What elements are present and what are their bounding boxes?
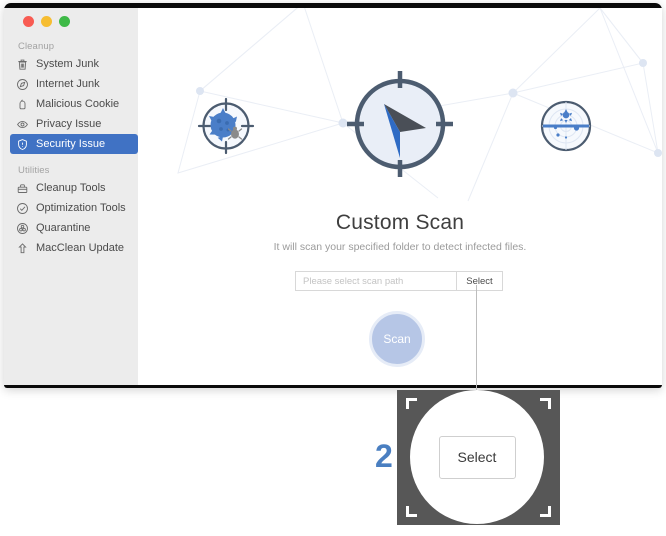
maximize-button[interactable] <box>59 16 70 27</box>
corner-marker-top-left <box>406 398 417 409</box>
close-button[interactable] <box>23 16 34 27</box>
shield-icon <box>16 138 29 151</box>
sidebar-item-quarantine[interactable]: Quarantine <box>10 218 138 238</box>
sidebar-group-cleanup: System Junk Internet Junk Malicious Cook… <box>4 54 138 154</box>
app-window: Cleanup System Junk Internet Junk Malici… <box>4 3 662 388</box>
minimize-button[interactable] <box>41 16 52 27</box>
page-title: Custom Scan <box>335 211 465 234</box>
sidebar-item-label: Security Issue <box>36 138 106 150</box>
sidebar-item-label: Cleanup Tools <box>36 182 106 194</box>
sidebar-item-label: MacClean Update <box>36 242 125 254</box>
check-icon <box>16 202 29 215</box>
sidebar-item-label: Internet Junk <box>36 78 100 90</box>
arrow-up-icon <box>16 242 29 255</box>
corner-marker-bottom-right <box>540 506 551 517</box>
sidebar-item-label: Quarantine <box>36 222 91 234</box>
sidebar-item-cleanup-tools[interactable]: Cleanup Tools <box>10 178 138 198</box>
main-content: Custom Scan It will scan your specified … <box>138 8 662 385</box>
sidebar-item-optimization-tools[interactable]: Optimization Tools <box>10 198 138 218</box>
sidebar-item-label: System Junk <box>36 58 99 70</box>
sidebar-item-privacy-issue[interactable]: Privacy Issue <box>10 114 138 134</box>
step-number-label: 2 <box>375 438 393 474</box>
select-button[interactable]: Select <box>456 272 502 290</box>
sidebar-item-system-junk[interactable]: System Junk <box>10 54 138 74</box>
cookie-icon <box>16 98 29 111</box>
trash-icon <box>16 58 29 71</box>
compass-icon <box>16 78 29 91</box>
scan-path-row: Select <box>295 271 503 291</box>
sidebar: Cleanup System Junk Internet Junk Malici… <box>4 8 138 385</box>
sidebar-item-malicious-cookie[interactable]: Malicious Cookie <box>10 94 138 114</box>
sidebar-group-utilities: Cleanup Tools Optimization Tools Quarant… <box>4 178 138 258</box>
scan-illustration <box>138 8 662 198</box>
scan-button[interactable]: Scan <box>369 311 425 367</box>
corner-marker-top-right <box>540 398 551 409</box>
page-subtitle: It will scan your specified folder to de… <box>273 241 527 253</box>
sidebar-item-macclean-update[interactable]: MacClean Update <box>10 238 138 258</box>
biohazard-icon <box>16 222 29 235</box>
callout-connector-line <box>476 285 477 395</box>
compass-target-icon <box>347 71 453 177</box>
magnifier-lens: Select <box>410 390 544 524</box>
virus-target-icon <box>197 97 255 155</box>
sidebar-group-title-cleanup: Cleanup <box>18 41 55 52</box>
magnified-select-button[interactable]: Select <box>438 435 516 479</box>
scan-path-input[interactable] <box>296 272 456 290</box>
sidebar-item-label: Privacy Issue <box>36 118 102 130</box>
radar-scan-icon <box>540 100 592 152</box>
sidebar-item-label: Optimization Tools <box>36 202 126 214</box>
corner-marker-bottom-left <box>406 506 417 517</box>
toolbox-icon <box>16 182 29 195</box>
window-controls <box>23 16 70 27</box>
sidebar-item-label: Malicious Cookie <box>36 98 120 110</box>
sidebar-group-title-utilities: Utilities <box>18 165 50 176</box>
sidebar-item-security-issue[interactable]: Security Issue <box>10 134 138 154</box>
eye-icon <box>16 118 29 131</box>
sidebar-item-internet-junk[interactable]: Internet Junk <box>10 74 138 94</box>
